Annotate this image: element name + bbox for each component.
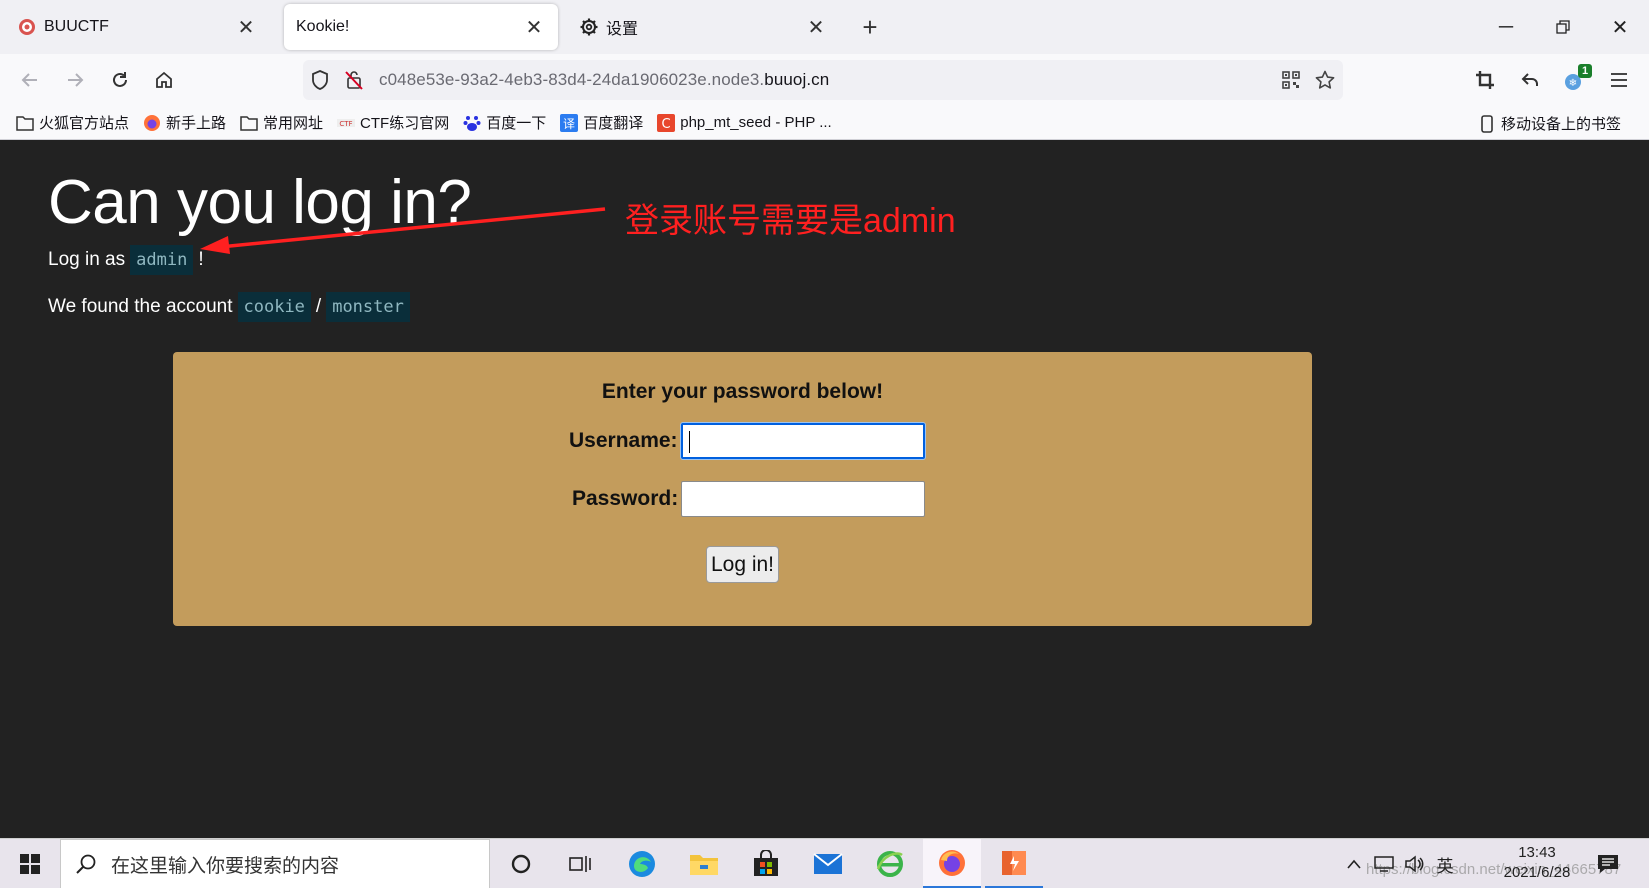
login-hint: Log in as admin ! xyxy=(48,245,204,275)
menu-hamburger-icon[interactable] xyxy=(1603,64,1635,96)
store-icon[interactable] xyxy=(737,839,795,888)
windows-logo-icon xyxy=(20,854,40,874)
tab-title: BUUCTF xyxy=(44,18,109,35)
bookmark-baidu[interactable]: 百度一下 xyxy=(463,112,546,133)
page-content: Can you log in? Log in as admin ! We fou… xyxy=(0,141,1649,838)
tab-title: 设置 xyxy=(606,21,639,38)
folder-icon xyxy=(16,114,34,132)
text-caret xyxy=(688,431,690,453)
url-text: c048e53e-93a2-4eb3-83d4-24da1906023e.nod… xyxy=(379,70,830,89)
close-tab-icon[interactable]: ✕ xyxy=(522,15,546,39)
navigation-bar: c048e53e-93a2-4eb3-83d4-24da1906023e.nod… xyxy=(0,54,1649,106)
windows-taskbar: 在这里输入你要搜索的内容 https://blog.csdn.net/weixi… xyxy=(0,838,1649,888)
baidu-paw-icon xyxy=(463,114,481,132)
mobile-bookmarks[interactable]: 移动设备上的书签 xyxy=(1478,113,1621,134)
mail-icon[interactable] xyxy=(799,839,857,888)
annotation-text: 登录账号需要是admin xyxy=(625,202,956,240)
password-row: Password: xyxy=(572,481,926,517)
bookmark-star-icon[interactable] xyxy=(1309,64,1341,96)
firefox-icon xyxy=(143,114,161,132)
cookie-code: cookie xyxy=(237,292,311,322)
ie-browser-icon[interactable] xyxy=(861,839,919,888)
bookmark-getting-started[interactable]: 新手上路 xyxy=(143,112,226,133)
mobile-device-icon xyxy=(1478,114,1496,133)
tab-kookie[interactable]: Kookie! ✕ xyxy=(284,4,558,50)
tab-settings[interactable]: 设置 ✕ xyxy=(568,4,840,50)
login-button[interactable]: Log in! xyxy=(706,546,779,583)
shield-icon[interactable] xyxy=(303,60,337,100)
reload-button[interactable] xyxy=(104,64,136,96)
bookmark-common-sites[interactable]: 常用网址 xyxy=(240,112,323,133)
username-row: Username: xyxy=(569,423,925,459)
password-input[interactable] xyxy=(681,481,926,517)
edge-browser-icon[interactable] xyxy=(613,839,671,888)
notification-center-icon[interactable] xyxy=(1590,839,1626,888)
url-bar[interactable]: c048e53e-93a2-4eb3-83d4-24da1906023e.nod… xyxy=(303,60,1343,100)
username-label: Username: xyxy=(569,429,678,452)
username-input[interactable] xyxy=(680,423,925,459)
password-label: Password: xyxy=(572,487,679,510)
home-button[interactable] xyxy=(148,64,180,96)
svg-text:❄: ❄ xyxy=(1569,78,1577,89)
qr-code-icon[interactable] xyxy=(1275,64,1307,96)
annotation-arrow xyxy=(200,207,606,254)
undo-arrow-icon[interactable] xyxy=(1514,64,1546,96)
close-tab-icon[interactable]: ✕ xyxy=(804,15,828,39)
tab-strip: BUUCTF ✕ Kookie! ✕ 设置 ✕ + ─ ✕ xyxy=(0,0,1649,54)
extension-icon[interactable]: ❄ 1 xyxy=(1558,64,1593,96)
bookmark-ctf-practice[interactable]: CTF CTF练习官网 xyxy=(337,112,449,133)
screenshot-crop-icon[interactable] xyxy=(1469,64,1501,96)
new-tab-button[interactable]: + xyxy=(855,12,885,42)
monster-code: monster xyxy=(326,292,410,322)
file-explorer-icon[interactable] xyxy=(675,839,733,888)
svg-text:C: C xyxy=(662,117,671,132)
back-button[interactable] xyxy=(14,64,46,96)
buuctf-favicon-icon xyxy=(18,18,36,36)
bookmarks-toolbar: 火狐官方站点 新手上路 常用网址 CTF CTF练习官网 百度一下 译 百度翻译… xyxy=(0,106,1649,140)
admin-code: admin xyxy=(130,245,194,275)
php-site-icon: C xyxy=(657,113,676,132)
tab-buuctf[interactable]: BUUCTF ✕ xyxy=(6,4,270,50)
search-icon xyxy=(61,853,111,875)
form-heading: Enter your password below! xyxy=(601,380,884,403)
taskbar-search-box[interactable]: 在这里输入你要搜索的内容 xyxy=(60,839,490,888)
close-window-button[interactable]: ✕ xyxy=(1597,8,1643,46)
translate-icon: 译 xyxy=(560,113,579,132)
taskbar-clock[interactable]: 13:43 2021/6/28 xyxy=(1492,843,1582,883)
tab-title: Kookie! xyxy=(296,18,350,35)
forward-button[interactable] xyxy=(59,64,91,96)
close-tab-icon[interactable]: ✕ xyxy=(234,15,258,39)
network-icon[interactable] xyxy=(1370,839,1398,888)
ctf-site-icon: CTF xyxy=(337,114,356,132)
start-button[interactable] xyxy=(0,839,60,888)
svg-text:CTF: CTF xyxy=(339,120,352,128)
account-hint: We found the account cookie / monster xyxy=(48,292,415,322)
task-view-icon[interactable] xyxy=(551,839,609,888)
svg-text:译: 译 xyxy=(563,117,575,131)
bookmark-firefox-site[interactable]: 火狐官方站点 xyxy=(16,112,129,133)
burpsuite-icon[interactable] xyxy=(985,839,1043,888)
cortana-icon[interactable] xyxy=(492,839,550,888)
ime-indicator[interactable]: 英 xyxy=(1430,839,1460,888)
bookmark-php-mt-seed[interactable]: C php_mt_seed - PHP ... xyxy=(657,113,832,132)
minimize-button[interactable]: ─ xyxy=(1483,8,1529,46)
firefox-taskbar-icon[interactable] xyxy=(923,839,981,888)
login-panel: Enter your password below! Username: Pas… xyxy=(173,352,1312,626)
bookmark-baidu-translate[interactable]: 译 百度翻译 xyxy=(560,112,643,133)
insecure-lock-icon[interactable] xyxy=(337,60,371,100)
volume-icon[interactable] xyxy=(1400,839,1428,888)
tray-expand-icon[interactable] xyxy=(1340,839,1368,888)
gear-icon xyxy=(580,18,598,36)
restore-button[interactable] xyxy=(1540,8,1586,46)
folder-icon xyxy=(240,114,258,132)
search-placeholder: 在这里输入你要搜索的内容 xyxy=(111,855,340,877)
extension-badge: 1 xyxy=(1578,64,1593,78)
